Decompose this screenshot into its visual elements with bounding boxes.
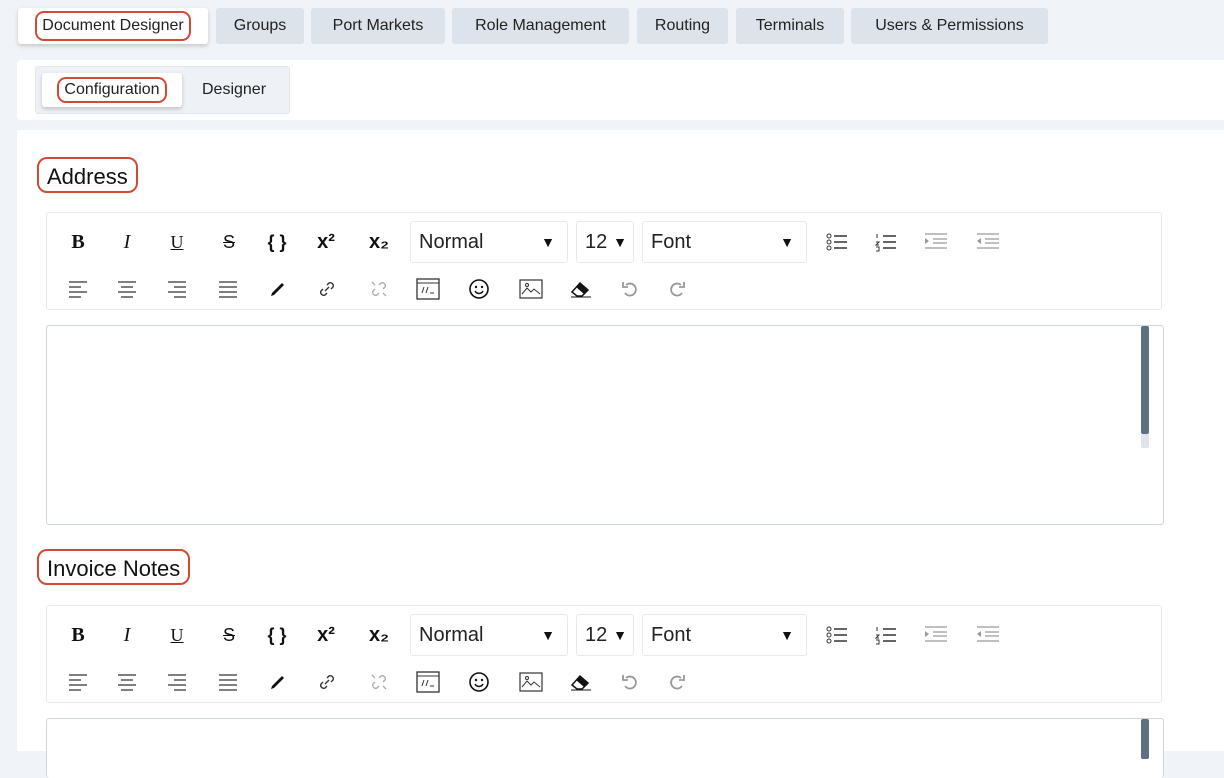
redo-icon[interactable] [660,275,694,303]
tab-label: Document Designer [35,11,191,41]
underline-button[interactable]: U [160,228,194,256]
bullet-list-icon[interactable] [820,228,854,256]
format-select-value: Normal [419,624,484,646]
chevron-down-icon: ▼ [613,234,627,250]
chevron-down-icon: ▼ [613,627,627,643]
pen-icon[interactable] [261,668,295,696]
font-select-value: Font [651,231,692,253]
superscript-button[interactable]: x² [309,621,343,649]
image-icon[interactable] [514,275,548,303]
numbered-list-icon[interactable] [869,621,903,649]
format-select-value: Normal [419,231,484,253]
font-select[interactable]: Font ▼ [642,221,807,263]
scrollbar-thumb[interactable] [1141,719,1149,759]
address-editor[interactable] [46,325,1164,525]
tab-designer[interactable]: Designer [186,73,282,107]
align-justify-icon[interactable] [211,275,245,303]
unlink-icon[interactable] [362,668,396,696]
bold-button[interactable]: B [61,228,95,256]
chevron-down-icon: ▼ [541,627,555,643]
align-center-icon[interactable] [110,275,144,303]
chevron-down-icon: ▼ [780,627,794,643]
address-label: Address [37,157,138,193]
subscript-button[interactable]: x₂ [362,621,396,649]
tab-document-designer[interactable]: Document Designer [18,8,208,44]
strikethrough-button[interactable]: S [212,621,246,649]
underline-button[interactable]: U [160,621,194,649]
bold-button[interactable]: B [61,621,95,649]
pen-icon[interactable] [261,275,295,303]
image-icon[interactable] [514,668,548,696]
redo-icon[interactable] [660,668,694,696]
address-toolbar: B I U S { } x² x₂ Normal ▼ 12 ▼ Font ▼ [46,212,1162,310]
align-left-icon[interactable] [61,668,95,696]
tab-label: Configuration [57,77,167,103]
code-button[interactable]: { } [260,621,294,649]
emoji-icon[interactable] [462,275,496,303]
editor-content [47,326,1163,346]
format-select[interactable]: Normal ▼ [410,221,568,263]
outdent-icon[interactable] [971,228,1005,256]
top-tab-bar: Document Designer Groups Port Markets Ro… [0,0,1224,58]
tab-groups[interactable]: Groups [216,8,304,44]
align-left-icon[interactable] [61,275,95,303]
unlink-icon[interactable] [362,275,396,303]
invoice-notes-toolbar: B I U S { } x² x₂ Normal ▼ 12 ▼ Font ▼ [46,605,1162,703]
align-justify-icon[interactable] [211,668,245,696]
font-select[interactable]: Font ▼ [642,614,807,656]
align-right-icon[interactable] [160,668,194,696]
chevron-down-icon: ▼ [541,234,555,250]
code-button[interactable]: { } [260,228,294,256]
eraser-icon[interactable] [564,668,598,696]
link-icon[interactable] [310,275,344,303]
scrollbar-track[interactable] [1141,434,1149,448]
embed-icon[interactable] [411,275,445,303]
tab-routing[interactable]: Routing [637,8,728,44]
tab-terminals[interactable]: Terminals [736,8,844,44]
strikethrough-button[interactable]: S [212,228,246,256]
italic-button[interactable]: I [110,228,144,256]
undo-icon[interactable] [613,668,647,696]
size-select[interactable]: 12 ▼ [576,614,634,656]
tab-configuration[interactable]: Configuration [42,73,182,107]
invoice-notes-label: Invoice Notes [37,549,191,585]
italic-button[interactable]: I [110,621,144,649]
size-select-value: 12 [585,231,608,253]
sub-tab-bar: Configuration Designer [17,60,1224,120]
format-select[interactable]: Normal ▼ [410,614,568,656]
font-select-value: Font [651,624,692,646]
size-select-value: 12 [585,624,608,646]
tab-users-permissions[interactable]: Users & Permissions [851,8,1048,44]
link-icon[interactable] [310,668,344,696]
main-content: Address B I U S { } x² x₂ Normal ▼ 12 ▼ … [17,130,1224,778]
subscript-button[interactable]: x₂ [362,228,396,256]
align-right-icon[interactable] [160,275,194,303]
superscript-button[interactable]: x² [309,228,343,256]
chevron-down-icon: ▼ [780,234,794,250]
indent-icon[interactable] [919,228,953,256]
align-center-icon[interactable] [110,668,144,696]
embed-icon[interactable] [411,668,445,696]
tab-port-markets[interactable]: Port Markets [311,8,445,44]
bullet-list-icon[interactable] [820,621,854,649]
undo-icon[interactable] [613,275,647,303]
tab-role-management[interactable]: Role Management [452,8,629,44]
editor-content [47,719,1163,739]
indent-icon[interactable] [919,621,953,649]
invoice-notes-editor[interactable] [46,718,1164,778]
sub-tab-group: Configuration Designer [35,66,290,114]
numbered-list-icon[interactable] [869,228,903,256]
size-select[interactable]: 12 ▼ [576,221,634,263]
scrollbar-thumb[interactable] [1141,326,1149,434]
emoji-icon[interactable] [462,668,496,696]
eraser-icon[interactable] [564,275,598,303]
outdent-icon[interactable] [971,621,1005,649]
